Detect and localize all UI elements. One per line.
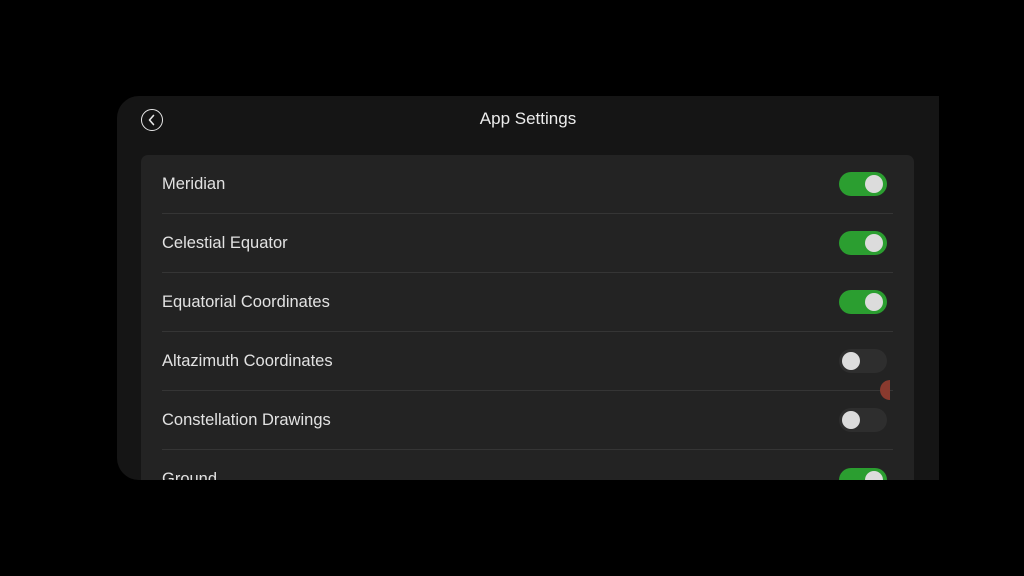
settings-panel: App Settings Meridian Celestial Equator …: [117, 96, 939, 480]
setting-label: Constellation Drawings: [162, 410, 331, 429]
setting-label: Altazimuth Coordinates: [162, 351, 333, 370]
settings-card: Meridian Celestial Equator Equatorial Co…: [141, 155, 914, 480]
setting-row-meridian: Meridian: [162, 155, 893, 214]
setting-row-equatorial-coordinates: Equatorial Coordinates: [162, 273, 893, 332]
toggle-knob: [865, 234, 883, 252]
setting-row-celestial-equator: Celestial Equator: [162, 214, 893, 273]
toggle-altazimuth-coordinates[interactable]: [839, 349, 887, 373]
toggle-knob: [865, 293, 883, 311]
setting-row-constellation-drawings: Constellation Drawings: [162, 391, 893, 450]
header-bar: App Settings: [117, 96, 939, 146]
toggle-knob: [842, 352, 860, 370]
setting-label: Equatorial Coordinates: [162, 292, 330, 311]
setting-label: Ground: [162, 470, 218, 480]
toggle-knob: [865, 470, 883, 480]
setting-label: Meridian: [162, 174, 226, 193]
toggle-celestial-equator[interactable]: [839, 231, 887, 255]
setting-row-ground: Ground: [162, 450, 893, 480]
toggle-ground[interactable]: [839, 467, 887, 480]
toggle-equatorial-coordinates[interactable]: [839, 290, 887, 314]
toggle-meridian[interactable]: [839, 172, 887, 196]
setting-label: Celestial Equator: [162, 233, 288, 252]
page-title: App Settings: [479, 109, 577, 128]
toggle-constellation-drawings[interactable]: [839, 408, 887, 432]
toggle-knob: [842, 411, 860, 429]
toggle-knob: [865, 175, 883, 193]
setting-row-altazimuth-coordinates: Altazimuth Coordinates: [162, 332, 893, 391]
